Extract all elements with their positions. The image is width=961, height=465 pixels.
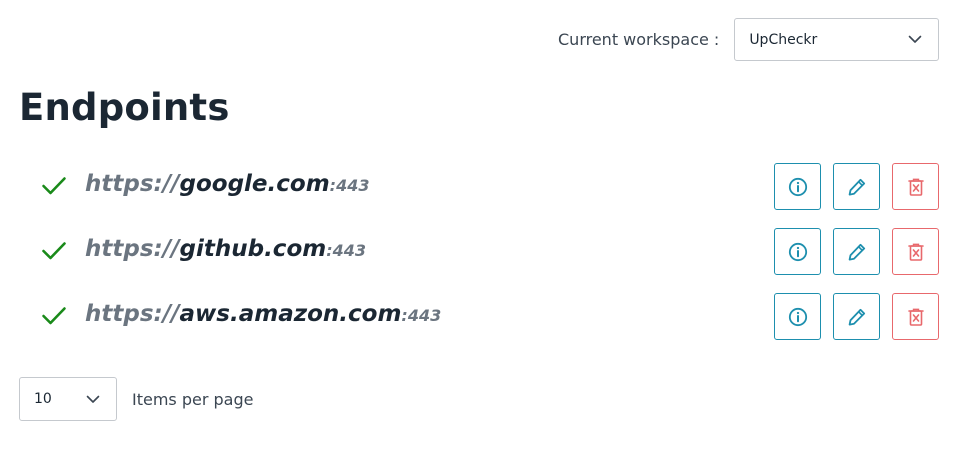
trash-icon [907,308,924,326]
endpoint-row: https://github.com:443 [0,228,961,275]
check-icon [42,177,66,195]
check-icon [42,307,66,325]
endpoint-info-button[interactable] [774,228,821,275]
trash-icon [907,178,924,196]
endpoint-edit-button[interactable] [833,163,880,210]
chevron-down-icon [86,395,100,403]
endpoint-url: https://google.com:443 [85,171,369,197]
endpoint-info-button[interactable] [774,293,821,340]
endpoint-host: aws.amazon.com [179,301,402,327]
endpoint-delete-button[interactable] [892,293,939,340]
workspace-label: Current workspace : [558,30,720,49]
endpoint-url: https://github.com:443 [85,236,366,262]
endpoint-protocol: https:// [85,301,180,327]
workspace-select-value: UpCheckr [749,31,818,48]
pencil-icon [848,308,865,325]
endpoint-url: https://aws.amazon.com:443 [85,301,441,327]
items-per-page-select[interactable]: 10 [19,377,117,421]
endpoint-edit-button[interactable] [833,228,880,275]
endpoint-delete-button[interactable] [892,163,939,210]
endpoint-row: https://aws.amazon.com:443 [0,293,961,340]
endpoint-port: :443 [401,306,442,325]
check-icon [42,242,66,260]
pencil-icon [848,178,865,195]
chevron-down-icon [909,35,922,43]
trash-icon [907,243,924,261]
items-per-page-label: Items per page [132,389,254,409]
endpoint-port: :443 [326,241,367,260]
page-title: Endpoints [19,86,230,129]
info-icon [788,177,807,196]
info-icon [788,242,807,261]
endpoint-protocol: https:// [85,171,180,197]
endpoint-edit-button[interactable] [833,293,880,340]
endpoint-row: https://google.com:443 [0,163,961,210]
pencil-icon [848,243,865,260]
workspace-switcher: Current workspace : UpCheckr [558,18,940,61]
workspace-select[interactable]: UpCheckr [734,18,940,61]
endpoint-info-button[interactable] [774,163,821,210]
endpoint-delete-button[interactable] [892,228,939,275]
items-per-page-value: 10 [34,391,52,407]
endpoint-host: github.com [179,236,327,262]
endpoint-host: google.com [179,171,330,197]
endpoint-protocol: https:// [85,236,180,262]
pagination: 10 Items per page [19,377,253,421]
endpoint-port: :443 [329,176,370,195]
info-icon [788,307,807,326]
